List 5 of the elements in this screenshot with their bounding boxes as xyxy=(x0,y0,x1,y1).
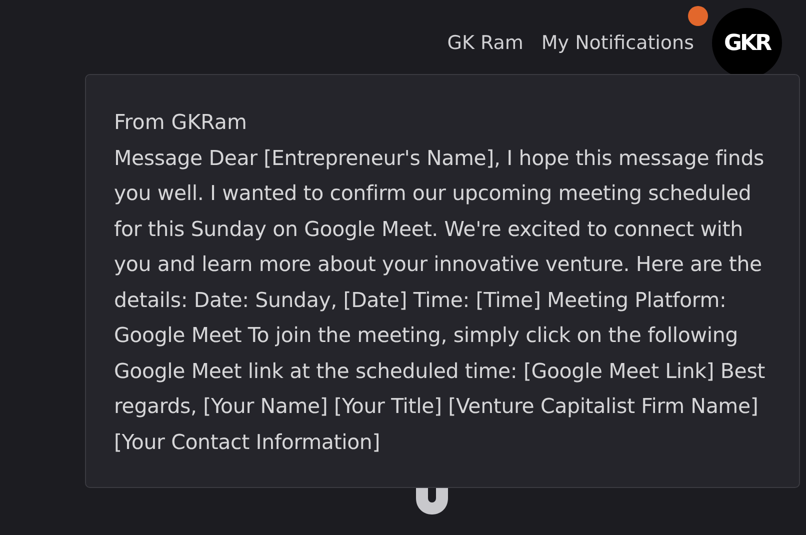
sender-line: From GKRam xyxy=(114,109,248,136)
covered-glyph-drawing xyxy=(416,488,448,514)
user-name[interactable]: GK Ram xyxy=(447,32,524,54)
notifications-link[interactable]: My Notifications xyxy=(541,32,694,54)
message-text: Message Dear [Entrepreneur's Name], I hope this message finds you well. I wanted to confirm our upcoming meeting scheduled for this Sunday on Google Meet. We're excited to connect with you and learn more about your innovative venture. Here are the details: Date: Sunday, [Date] Time: [Time] Meeting Platform: Google Meet To join the meeting, simply click on the following Google Meet link at the scheduled time: [Google Meet Link] Best regards, [Your Name] [Your Title] [Venture Capitalist Firm Name] [Your Contact Information] xyxy=(114,144,766,456)
